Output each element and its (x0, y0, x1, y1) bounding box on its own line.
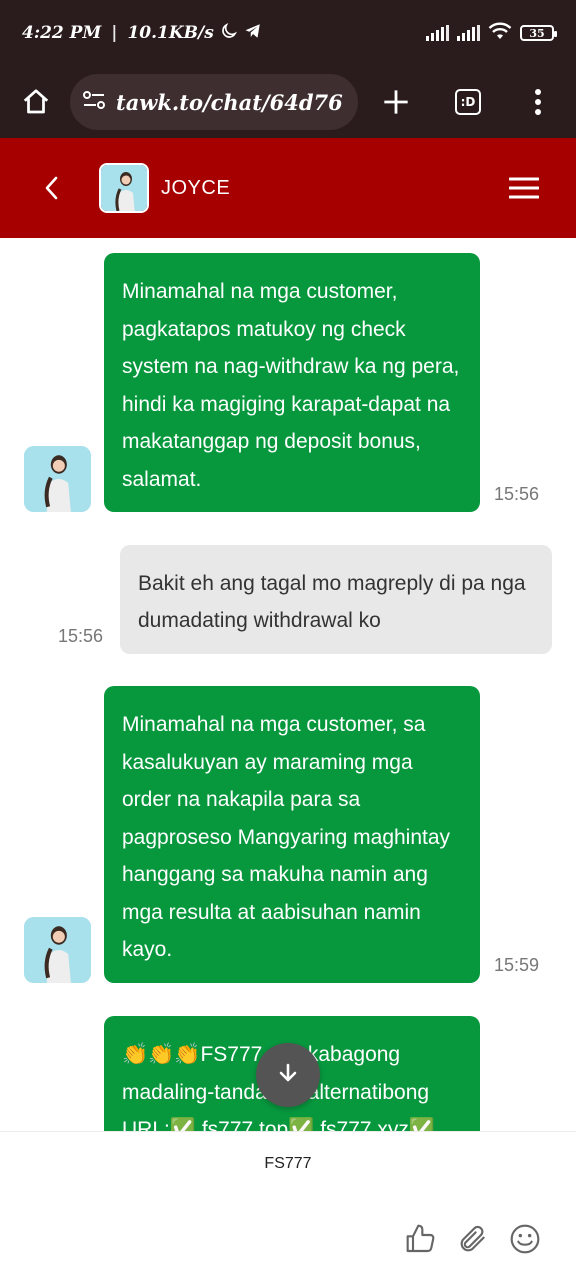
wifi-icon (488, 21, 512, 46)
arrow-down-icon (276, 1061, 300, 1089)
user-message: Bakit eh ang tagal mo magreply di pa nga… (120, 545, 552, 654)
agent-name: JOYCE (161, 176, 231, 199)
composer-tools (404, 1222, 542, 1256)
status-separator: | (111, 23, 118, 43)
message-time: 15:59 (494, 955, 540, 975)
chat-header: JOYCE (0, 138, 576, 238)
emoji-icon[interactable] (508, 1222, 542, 1256)
back-chevron-icon[interactable] (30, 166, 74, 210)
paperclip-icon[interactable] (456, 1222, 490, 1256)
hamburger-menu-icon[interactable] (502, 166, 546, 210)
moon-icon (220, 22, 238, 45)
message-time: 15:56 (58, 626, 104, 646)
site-settings-icon[interactable] (82, 89, 106, 115)
status-time: 4:22 PM (22, 23, 102, 43)
more-vert-icon[interactable] (518, 82, 558, 122)
address-bar[interactable]: tawk.to/chat/64d76 (70, 74, 358, 130)
tab-switcher-icon[interactable]: :D (448, 82, 488, 122)
status-left: 4:22 PM | 10.1KB/s (22, 22, 262, 45)
composer: FS777 (0, 1131, 576, 1280)
agent-avatar (99, 163, 149, 213)
url-text: tawk.to/chat/64d76 (116, 89, 343, 115)
message-text: Bakit eh ang tagal mo magreply di pa nga… (138, 572, 526, 632)
tab-switcher-label: :D (455, 89, 481, 115)
network-speed: 10.1KB/s (127, 23, 214, 43)
signal-icon (426, 25, 449, 41)
message-time: 15:56 (494, 484, 540, 504)
agent-avatar (24, 446, 91, 512)
message-input[interactable]: FS777 (0, 1132, 576, 1196)
signal-icon (457, 25, 480, 41)
scroll-to-bottom-button[interactable] (256, 1043, 320, 1107)
message-text: Minamahal na mga customer, pagkatapos ma… (122, 280, 460, 491)
thumbs-up-icon[interactable] (404, 1222, 438, 1256)
agent-message: Minamahal na mga customer, pagkatapos ma… (104, 253, 480, 512)
battery-level: 35 (529, 26, 545, 40)
agent-avatar (24, 917, 91, 983)
agent-message: Minamahal na mga customer, sa kasalukuya… (104, 686, 480, 983)
input-placeholder: FS777 (264, 1155, 312, 1172)
telegram-icon (244, 22, 262, 45)
new-tab-plus-icon[interactable] (376, 82, 416, 122)
browser-toolbar: tawk.to/chat/64d76 :D (0, 66, 576, 138)
battery-icon: 35 (520, 25, 557, 41)
status-right: 35 (426, 21, 557, 46)
home-icon[interactable] (16, 82, 56, 122)
status-bar: 4:22 PM | 10.1KB/s 35 (0, 0, 576, 66)
message-list[interactable]: Minamahal na mga customer, pagkatapos ma… (0, 238, 576, 1131)
message-text: Minamahal na mga customer, sa kasalukuya… (122, 713, 451, 961)
